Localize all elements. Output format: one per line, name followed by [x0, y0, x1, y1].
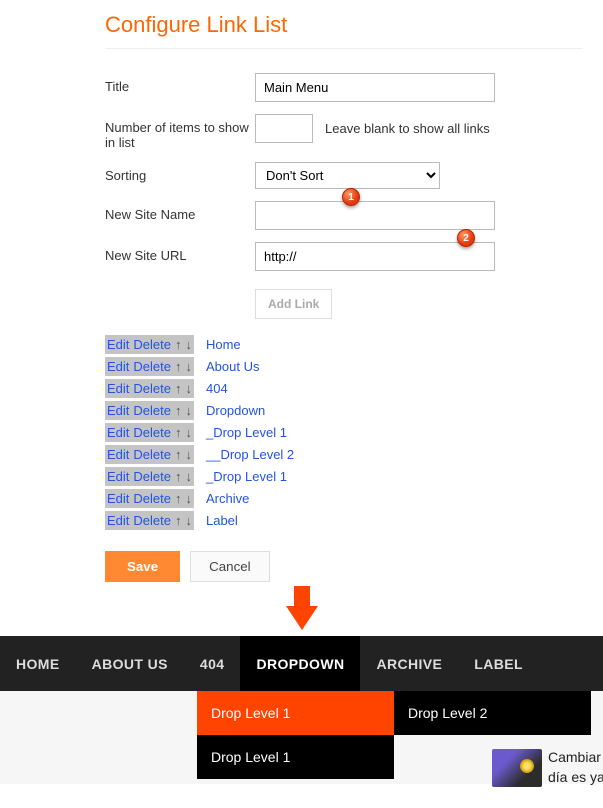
nav-item[interactable]: HOME	[0, 636, 76, 691]
number-items-input[interactable]	[255, 114, 313, 143]
link-item-label[interactable]: About Us	[206, 359, 259, 374]
move-down-link[interactable]: ↓	[183, 511, 194, 530]
number-items-label: Number of items to show in list	[105, 114, 255, 150]
page-title: Configure Link List	[20, 0, 583, 48]
sorting-select[interactable]: Don't Sort	[255, 162, 440, 189]
annotation-badge-2: 2	[457, 229, 475, 247]
link-row: Edit Delete ↑ ↓ Label	[105, 511, 583, 530]
link-item-label[interactable]: 404	[206, 381, 228, 396]
edit-link[interactable]: Edit	[105, 423, 131, 442]
title-label: Title	[105, 73, 255, 94]
link-row: Edit Delete ↑ ↓ Dropdown	[105, 401, 583, 420]
sorting-label: Sorting	[105, 162, 255, 183]
new-site-name-input[interactable]	[255, 201, 495, 230]
delete-link[interactable]: Delete	[131, 401, 173, 420]
add-link-button[interactable]: Add Link	[255, 289, 332, 319]
save-button[interactable]: Save	[105, 551, 180, 582]
edit-link[interactable]: Edit	[105, 379, 131, 398]
link-row: Edit Delete ↑ ↓ _Drop Level 1	[105, 423, 583, 442]
edit-controls: Edit Delete ↑ ↓	[105, 423, 194, 442]
move-down-link[interactable]: ↓	[183, 379, 194, 398]
move-up-link[interactable]: ↑	[173, 489, 184, 508]
link-item-label[interactable]: _Drop Level 1	[206, 425, 287, 440]
edit-link[interactable]: Edit	[105, 401, 131, 420]
edit-controls: Edit Delete ↑ ↓	[105, 379, 194, 398]
submenu-area: Drop Level 1Drop Level 1 Drop Level 2 Ca…	[0, 691, 603, 784]
link-item-label[interactable]: Dropdown	[206, 403, 265, 418]
move-down-link[interactable]: ↓	[183, 401, 194, 420]
edit-link[interactable]: Edit	[105, 445, 131, 464]
edit-link[interactable]: Edit	[105, 357, 131, 376]
delete-link[interactable]: Delete	[131, 489, 173, 508]
edit-link[interactable]: Edit	[105, 511, 131, 530]
edit-controls: Edit Delete ↑ ↓	[105, 445, 194, 464]
move-down-link[interactable]: ↓	[183, 445, 194, 464]
sidebar-thumbnail[interactable]	[492, 749, 542, 787]
move-up-link[interactable]: ↑	[173, 357, 184, 376]
delete-link[interactable]: Delete	[131, 467, 173, 486]
edit-link[interactable]: Edit	[105, 489, 131, 508]
edit-controls: Edit Delete ↑ ↓	[105, 401, 194, 420]
move-up-link[interactable]: ↑	[173, 401, 184, 420]
move-up-link[interactable]: ↑	[173, 511, 184, 530]
link-row: Edit Delete ↑ ↓ _Drop Level 1	[105, 467, 583, 486]
move-down-link[interactable]: ↓	[183, 357, 194, 376]
sidebar-article-title[interactable]: Cambiardía es ya	[548, 747, 603, 787]
edit-link[interactable]: Edit	[105, 467, 131, 486]
nav-item[interactable]: ARCHIVE	[360, 636, 458, 691]
delete-link[interactable]: Delete	[131, 357, 173, 376]
nav-item[interactable]: ABOUT US	[76, 636, 184, 691]
link-row: Edit Delete ↑ ↓ Archive	[105, 489, 583, 508]
delete-link[interactable]: Delete	[131, 511, 173, 530]
new-site-url-input[interactable]	[255, 242, 495, 271]
move-down-link[interactable]: ↓	[183, 335, 194, 354]
new-site-name-label: New Site Name	[105, 201, 255, 222]
number-items-helper: Leave blank to show all links	[325, 121, 490, 136]
edit-controls: Edit Delete ↑ ↓	[105, 467, 194, 486]
delete-link[interactable]: Delete	[131, 445, 173, 464]
submenu-item[interactable]: Drop Level 2	[394, 691, 591, 735]
new-site-url-label: New Site URL	[105, 242, 255, 263]
edit-link[interactable]: Edit	[105, 335, 131, 354]
link-row: Edit Delete ↑ ↓ 404	[105, 379, 583, 398]
move-up-link[interactable]: ↑	[173, 445, 184, 464]
move-up-link[interactable]: ↑	[173, 379, 184, 398]
submenu-item[interactable]: Drop Level 1	[197, 735, 394, 779]
move-up-link[interactable]: ↑	[173, 335, 184, 354]
link-row: Edit Delete ↑ ↓ Home	[105, 335, 583, 354]
delete-link[interactable]: Delete	[131, 379, 173, 398]
nav-item[interactable]: 404	[184, 636, 241, 691]
link-list: Edit Delete ↑ ↓ Home Edit Delete ↑ ↓ About …	[20, 325, 583, 530]
move-down-link[interactable]: ↓	[183, 489, 194, 508]
cancel-button[interactable]: Cancel	[190, 551, 270, 582]
delete-link[interactable]: Delete	[131, 335, 173, 354]
edit-controls: Edit Delete ↑ ↓	[105, 335, 194, 354]
edit-controls: Edit Delete ↑ ↓	[105, 489, 194, 508]
link-item-label[interactable]: Home	[206, 337, 241, 352]
move-up-link[interactable]: ↑	[173, 467, 184, 486]
delete-link[interactable]: Delete	[131, 423, 173, 442]
divider	[105, 48, 583, 49]
edit-controls: Edit Delete ↑ ↓	[105, 357, 194, 376]
move-down-link[interactable]: ↓	[183, 423, 194, 442]
link-item-label[interactable]: __Drop Level 2	[206, 447, 294, 462]
arrow-down-icon	[286, 606, 318, 646]
move-down-link[interactable]: ↓	[183, 467, 194, 486]
nav-item[interactable]: LABEL	[458, 636, 539, 691]
link-item-label[interactable]: _Drop Level 1	[206, 469, 287, 484]
link-row: Edit Delete ↑ ↓ About Us	[105, 357, 583, 376]
edit-controls: Edit Delete ↑ ↓	[105, 511, 194, 530]
link-item-label[interactable]: Label	[206, 513, 238, 528]
annotation-badge-1: 1	[342, 188, 360, 206]
link-item-label[interactable]: Archive	[206, 491, 249, 506]
move-up-link[interactable]: ↑	[173, 423, 184, 442]
link-row: Edit Delete ↑ ↓ __Drop Level 2	[105, 445, 583, 464]
submenu-item[interactable]: Drop Level 1	[197, 691, 394, 735]
title-input[interactable]	[255, 73, 495, 102]
